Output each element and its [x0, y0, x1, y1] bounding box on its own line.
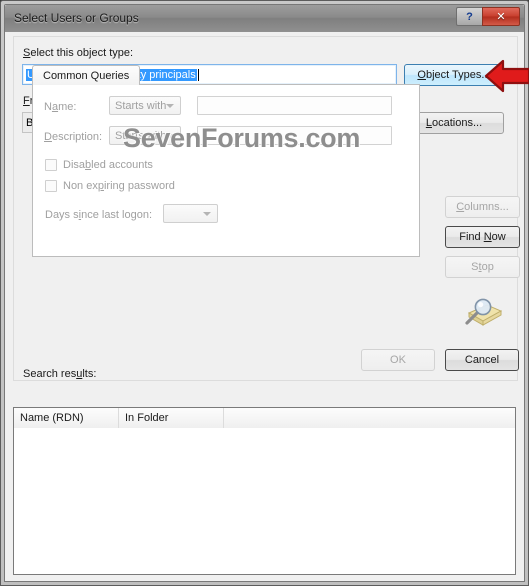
description-label: Description:	[44, 131, 103, 143]
column-header-in-folder[interactable]: In Folder	[119, 408, 224, 428]
chevron-down-icon	[166, 134, 174, 138]
object-type-label: Select this object type:	[23, 47, 134, 59]
title-bar[interactable]: Select Users or Groups ? ✕	[5, 5, 524, 32]
stop-button-label: Stop	[471, 261, 494, 273]
annotation-arrow-icon	[484, 59, 529, 93]
find-now-button[interactable]: Find Now	[445, 226, 520, 248]
search-results-label: Search results:	[23, 368, 97, 380]
common-queries-tab-control: Common Queries Name: Starts with Descrip…	[32, 65, 420, 257]
results-column-header: Name (RDN) In Folder	[14, 408, 515, 429]
days-since-logon-label: Days since last logon:	[45, 209, 153, 221]
non-expiring-password-checkbox-row[interactable]: Non expiring password	[45, 180, 175, 192]
dialog-client-area: Select this object type: Users or Built-…	[5, 32, 524, 581]
help-button[interactable]: ?	[456, 7, 482, 26]
name-value-input[interactable]	[197, 96, 392, 115]
window-title: Select Users or Groups	[14, 11, 139, 25]
disabled-accounts-checkbox[interactable]	[45, 159, 57, 171]
stop-button[interactable]: Stop	[445, 256, 520, 278]
main-panel: Select this object type: Users or Built-…	[13, 36, 520, 381]
name-operator-combo[interactable]: Starts with	[109, 96, 181, 115]
non-expiring-password-label: Non expiring password	[63, 180, 175, 192]
disabled-accounts-checkbox-row[interactable]: Disabled accounts	[45, 159, 153, 171]
window-frame: Select Users or Groups ? ✕ Select this o…	[4, 4, 529, 582]
chevron-down-icon	[203, 212, 211, 216]
disabled-accounts-label: Disabled accounts	[63, 159, 153, 171]
name-label: Name:	[44, 101, 77, 113]
non-expiring-password-checkbox[interactable]	[45, 180, 57, 192]
name-operator-value: Starts with	[115, 99, 167, 112]
columns-button-label: Columns...	[456, 201, 509, 213]
ok-button[interactable]: OK	[361, 349, 435, 371]
locations-button-label: Locations...	[425, 117, 483, 129]
description-value-input[interactable]	[197, 126, 392, 145]
magnifier-folder-icon	[465, 298, 503, 326]
columns-button[interactable]: Columns...	[445, 196, 520, 218]
caption-button-group: ? ✕	[456, 7, 520, 26]
tab-common-queries[interactable]: Common Queries	[32, 65, 141, 85]
cancel-button[interactable]: Cancel	[445, 349, 519, 371]
tab-panel-common-queries: Name: Starts with Description: Starts wi…	[32, 84, 420, 257]
object-types-button-label: Object Types...	[417, 69, 491, 81]
column-header-extra[interactable]	[224, 408, 515, 428]
find-now-button-label: Find Now	[459, 231, 506, 243]
description-operator-value: Starts with	[115, 129, 167, 142]
chevron-down-icon	[166, 104, 174, 108]
column-header-name-rdn[interactable]: Name (RDN)	[14, 408, 119, 428]
days-since-logon-combo[interactable]	[163, 204, 218, 223]
select-users-or-groups-dialog: Select Users or Groups ? ✕ Select this o…	[0, 0, 529, 586]
description-operator-combo[interactable]: Starts with	[109, 126, 181, 145]
search-results-list[interactable]: Name (RDN) In Folder	[13, 407, 516, 575]
close-button[interactable]: ✕	[482, 7, 520, 26]
results-rows-container	[14, 428, 515, 574]
